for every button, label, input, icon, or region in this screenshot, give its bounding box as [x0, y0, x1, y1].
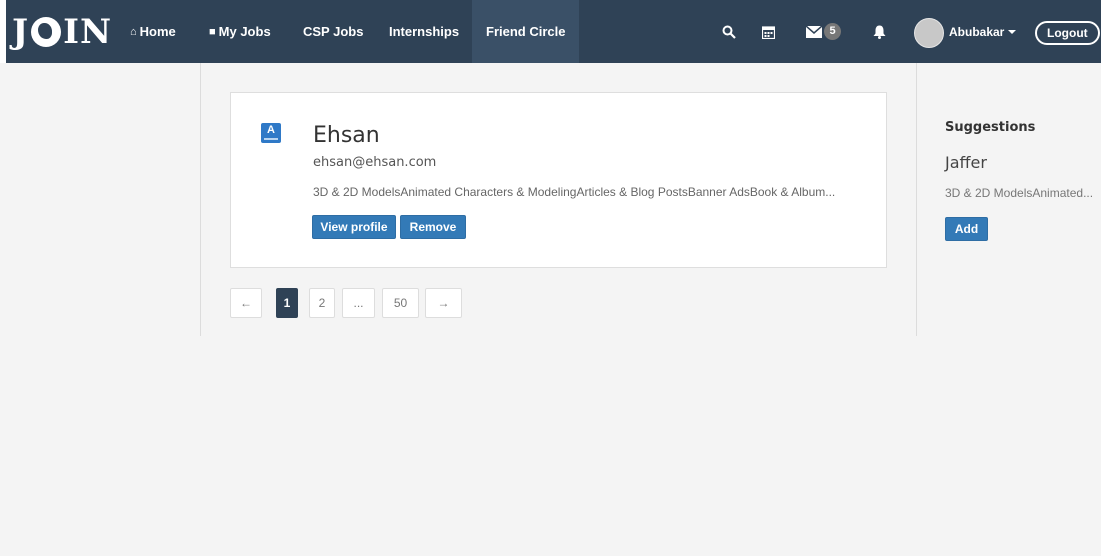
- user-name: Abubakar: [949, 24, 1005, 39]
- envelope-icon: [806, 25, 822, 38]
- nav-internships-label: Internships: [389, 24, 460, 39]
- user-menu[interactable]: Abubakar: [949, 0, 1017, 63]
- nav-my-jobs[interactable]: ■ My Jobs: [209, 0, 271, 63]
- pagination-prev[interactable]: ←: [230, 288, 262, 318]
- logo-letters-in: IN: [63, 12, 113, 52]
- friend-email: ehsan@ehsan.com: [313, 155, 437, 170]
- nav-friend-circle-label: Friend Circle: [486, 24, 566, 39]
- user-avatar[interactable]: [914, 18, 944, 48]
- messages-button[interactable]: 5: [806, 0, 841, 63]
- right-column-divider: [916, 63, 917, 336]
- pagination-next[interactable]: →: [425, 288, 462, 318]
- suggestion-name[interactable]: Jaffer: [945, 153, 987, 172]
- company-logo-icon: A: [261, 123, 281, 143]
- view-profile-button[interactable]: View profile: [312, 215, 396, 239]
- pagination-ellipsis: ...: [342, 288, 375, 318]
- friend-name[interactable]: Ehsan: [313, 123, 380, 148]
- search-icon[interactable]: [722, 0, 736, 63]
- suggestions-heading: Suggestions: [945, 120, 1036, 135]
- bell-icon[interactable]: [873, 0, 886, 63]
- navbar-edge: [0, 0, 6, 63]
- nav-friend-circle[interactable]: Friend Circle: [472, 0, 580, 63]
- nav-home-label: Home: [139, 24, 176, 39]
- suggestion-skills: 3D & 2D ModelsAnimated...: [945, 186, 1094, 200]
- chevron-down-icon: [1008, 29, 1017, 34]
- pagination-page-2[interactable]: 2: [309, 288, 335, 318]
- calendar-icon[interactable]: [762, 0, 775, 63]
- left-column-divider: [200, 63, 201, 336]
- remove-button[interactable]: Remove: [400, 215, 466, 239]
- nav-csp-jobs-label: CSP Jobs: [303, 24, 364, 39]
- friend-card: A Ehsan ehsan@ehsan.com 3D & 2D ModelsAn…: [230, 92, 887, 268]
- pagination-page-1[interactable]: 1: [276, 288, 298, 318]
- globe-icon: [31, 17, 62, 47]
- nav-home[interactable]: ⌂ Home: [130, 0, 176, 63]
- logo-letter-j: J: [12, 12, 30, 52]
- briefcase-icon: ■: [209, 25, 216, 38]
- logout-button[interactable]: Logout: [1035, 21, 1100, 45]
- nav-my-jobs-label: My Jobs: [218, 24, 271, 39]
- home-icon: ⌂: [130, 25, 137, 38]
- friend-skills: 3D & 2D ModelsAnimated Characters & Mode…: [313, 185, 836, 199]
- messages-count-badge: 5: [824, 23, 841, 40]
- nav-csp-jobs[interactable]: CSP Jobs: [303, 0, 363, 63]
- add-friend-button[interactable]: Add: [945, 217, 988, 241]
- pagination-page-50[interactable]: 50: [382, 288, 419, 318]
- join-logo[interactable]: J IN: [12, 12, 112, 52]
- nav-internships[interactable]: Internships: [389, 0, 459, 63]
